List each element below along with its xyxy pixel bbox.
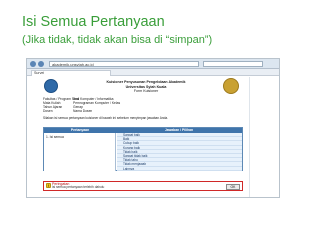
forward-button[interactable] [38,61,44,67]
warning-icon: ! [46,183,51,188]
answer-list: Sangat baik Baik Cukup baik Kurang baik … [117,133,242,171]
back-button[interactable] [30,61,36,67]
info-value: Nama Dosen [73,109,93,113]
browser-tab[interactable]: Survei [31,70,111,76]
info-row: Dosen Nama Dosen [43,109,203,113]
page-side-margin [249,77,279,197]
ok-button[interactable]: OK [226,184,240,190]
popup-message: Isi semua pertanyaan terlebih dahulu [52,185,105,189]
answer-option[interactable]: Lainnya [117,167,242,171]
browser-toolbar: akademik.unsyiah.ac.id [27,59,279,69]
warning-popup: ! Peringatan Isi semua pertanyaan terleb… [43,181,243,191]
page-header: Kuisioner Penyusunan Pengelolaan Akademi… [41,77,247,96]
slide-subtitle: (Jika tidak, tidak akan bisa di “simpan”… [22,34,213,46]
question-text: 1. Isi semua [46,135,64,139]
info-block: Fakultas / Program Studi Ilmu Komputer /… [43,97,203,113]
slide-title: Isi Semua Pertanyaan [22,14,165,30]
government-emblem [223,78,239,94]
questionnaire-page: Kuisioner Penyusunan Pengelolaan Akademi… [41,77,247,197]
header-line-3: Form Kuisioner [133,89,159,93]
notice-text: Silakan isi semua pertanyaan kuisioner d… [43,116,169,120]
question-table: Pertanyaan Jawaban / Pilihan 1. Isi semu… [43,127,243,171]
header-line-2: Universitas Syiah Kuala [125,84,167,89]
browser-screenshot: akademik.unsyiah.ac.id Survei Kuisioner … [26,58,280,198]
address-bar[interactable]: akademik.unsyiah.ac.id [49,61,199,67]
tab-bar: Survei [27,69,279,76]
university-logo [44,79,58,93]
search-box[interactable] [203,61,263,67]
question-cell: 1. Isi semua [44,133,116,171]
header-line-1: Kuisioner Penyusunan Pengelolaan Akademi… [106,80,186,84]
info-label: Dosen [43,109,53,113]
